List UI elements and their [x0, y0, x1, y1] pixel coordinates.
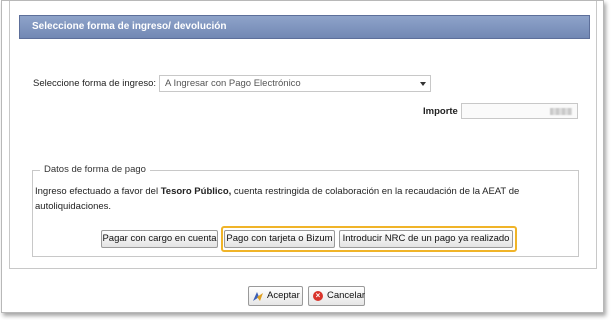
- pagar-cargo-cuenta-button[interactable]: Pagar con cargo en cuenta: [101, 230, 218, 248]
- payment-description-prefix: Ingreso efectuado a favor del: [35, 186, 159, 197]
- importe-input[interactable]: [461, 103, 578, 119]
- cancel-label: Cancelar: [327, 290, 366, 301]
- payment-description-bold: Tesoro Público,: [160, 186, 232, 197]
- cancel-icon: ×: [313, 291, 323, 301]
- accept-button[interactable]: Aceptar: [248, 286, 303, 306]
- dialog-window: Seleccione forma de ingreso/ devolución …: [1, 0, 604, 313]
- payment-data-legend: Datos de forma de pago: [40, 164, 150, 175]
- ingreso-selected-value: A Ingresar con Pago Electrónico: [165, 78, 301, 89]
- section-title: Seleccione forma de ingreso/ devolución: [32, 21, 227, 32]
- section-header: Seleccione forma de ingreso/ devolución: [19, 15, 590, 39]
- accept-label: Aceptar: [267, 290, 300, 301]
- importe-label: Importe: [423, 106, 458, 117]
- ingreso-label: Seleccione forma de ingreso:: [33, 78, 157, 89]
- pago-tarjeta-bizum-button[interactable]: Pago con tarjeta o Bizum: [224, 230, 335, 248]
- importe-redacted-value: [550, 108, 572, 115]
- cancel-button[interactable]: × Cancelar: [308, 286, 365, 306]
- chevron-down-icon[interactable]: [420, 82, 426, 86]
- payment-description: Ingreso efectuado a favor del Tesoro Púb…: [35, 184, 545, 214]
- introducir-nrc-button[interactable]: Introducir NRC de un pago ya realizado: [339, 230, 513, 248]
- accept-icon: [253, 292, 263, 301]
- ingreso-select[interactable]: A Ingresar con Pago Electrónico: [159, 75, 431, 92]
